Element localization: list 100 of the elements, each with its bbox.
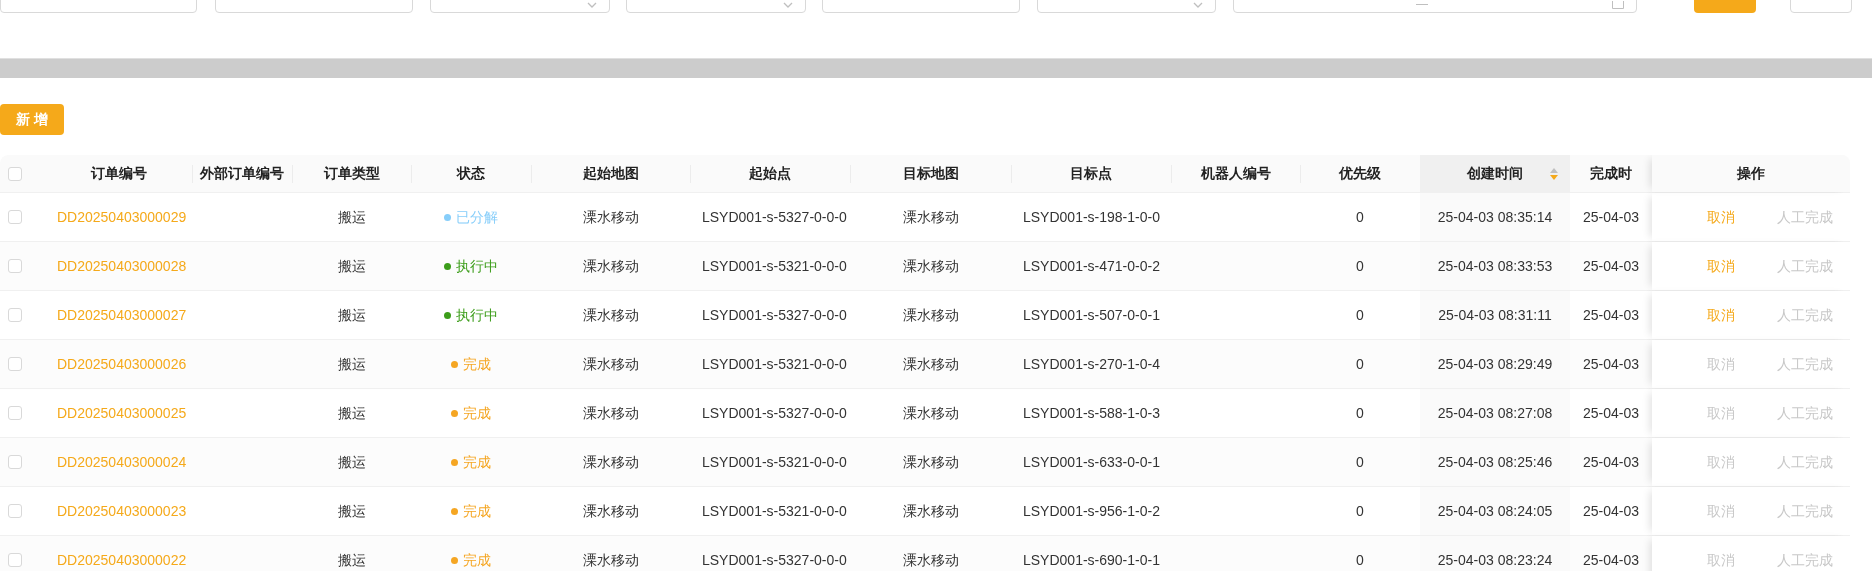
checkbox[interactable] (8, 166, 22, 181)
table-cell-text: 搬运 (337, 256, 366, 276)
table-cell-text: 搬运 (337, 354, 366, 374)
cancel-link[interactable]: 取消 (1707, 255, 1735, 277)
table-cell-text: 25-04-03 (1582, 354, 1639, 374)
checkbox[interactable] (8, 259, 22, 273)
table-cell-text: 溧水移动 (582, 207, 639, 227)
checkbox[interactable] (8, 210, 22, 224)
order-number-link[interactable]: DD20250403000027 (57, 304, 187, 326)
table-cell-text: LSYD001-s-5321-0-0-0 (702, 452, 847, 472)
table-cell-text: 溧水移动 (582, 501, 639, 521)
table-cell-text: LSYD001-s-5321-0-0-0 (702, 256, 847, 276)
cancel-link[interactable]: 取消 (1707, 206, 1735, 228)
dropdown-caret-icon (783, 2, 793, 8)
checkbox[interactable] (8, 553, 22, 567)
table-cell-text: 0 (1356, 501, 1364, 521)
add-button[interactable]: 新 增 (0, 104, 64, 135)
table-cell-text: 溧水移动 (902, 452, 959, 472)
table-cell-text: 溧水移动 (582, 305, 639, 325)
table-cell-text: 25-04-03 08:31:11 (1438, 305, 1552, 325)
table-cell-text: 25-04-03 08:33:53 (1437, 256, 1553, 276)
table-cell-text: LSYD001-s-5321-0-0-0 (702, 501, 847, 521)
status-label: 完成 (451, 353, 491, 375)
table-cell-text: 25-04-03 08:24:05 (1437, 501, 1553, 521)
table-cell-text: 溧水移动 (902, 501, 959, 521)
table-cell-text: LSYD001-s-5327-0-0-0 (702, 207, 847, 227)
table-cell-text: 溧水移动 (582, 403, 639, 423)
table-cell-text: 搬运 (337, 403, 366, 423)
checkbox[interactable] (8, 504, 22, 518)
table-cell-text: 溧水移动 (582, 550, 639, 570)
table-cell-text: 25-04-03 (1582, 452, 1639, 472)
status-label: 完成 (451, 500, 491, 522)
status-label: 完成 (451, 402, 491, 424)
status-label: 完成 (451, 549, 491, 571)
order-number-link[interactable]: DD20250403000022 (57, 549, 187, 571)
column-header: 订单编号 (90, 164, 147, 183)
table-cell-text: LSYD001-s-198-1-0-0 (1023, 207, 1160, 227)
column-header: 状态 (457, 164, 485, 183)
table-cell-text: 0 (1356, 256, 1364, 276)
checkbox[interactable] (8, 406, 22, 420)
table-cell-text: 溧水移动 (902, 207, 959, 227)
table-cell-text: 溧水移动 (902, 256, 959, 276)
table-cell-text: 溧水移动 (902, 354, 959, 374)
table-cell-text: 25-04-03 08:25:46 (1437, 452, 1553, 472)
table-cell-text: 溧水移动 (902, 403, 959, 423)
column-header: 目标地图 (902, 164, 959, 183)
table-cell-text: 溧水移动 (902, 305, 959, 325)
table-cell-text: LSYD001-s-5327-0-0-0 (702, 550, 847, 570)
order-number-link[interactable]: DD20250403000023 (57, 500, 187, 522)
status-label: 执行中 (444, 304, 498, 326)
table-cell-text: 25-04-03 08:35:14 (1437, 207, 1553, 227)
table-cell-text: 25-04-03 (1582, 550, 1639, 570)
table-cell-text: LSYD001-s-5327-0-0-0 (702, 305, 847, 325)
table-cell-text: LSYD001-s-270-1-0-4 (1023, 354, 1160, 374)
table-cell-text: LSYD001-s-588-1-0-3 (1023, 403, 1160, 423)
table-cell-text: 搬运 (337, 452, 366, 472)
table-cell-text: 0 (1356, 354, 1364, 374)
table-cell-text: LSYD001-s-956-1-0-2 (1023, 501, 1160, 521)
table-cell-text: LSYD001-s-471-0-0-2 (1023, 256, 1160, 276)
column-header: 优先级 (1339, 164, 1381, 183)
column-header: 完成时 (1590, 164, 1632, 183)
dropdown-caret-icon (1193, 2, 1203, 8)
column-header: 目标点 (1070, 164, 1112, 183)
table-cell-text: 25-04-03 (1582, 305, 1639, 325)
table-cell-text: 25-04-03 08:27:08 (1437, 403, 1553, 423)
column-header: 起始点 (749, 164, 791, 183)
table-cell-text: 25-04-03 (1582, 403, 1639, 423)
table-cell-text: 0 (1356, 207, 1364, 227)
table-cell-text: 25-04-03 (1582, 256, 1639, 276)
column-header: 机器人编号 (1200, 164, 1271, 183)
range-separator-icon (1416, 4, 1428, 5)
status-label: 已分解 (444, 206, 498, 228)
table-cell-text: 0 (1356, 305, 1364, 325)
table-cell-text: LSYD001-s-5327-0-0-0 (702, 403, 847, 423)
dropdown-caret-icon (587, 2, 597, 8)
table-cell-text: 溧水移动 (582, 452, 639, 472)
column-header: 起始地图 (582, 164, 639, 183)
status-label: 完成 (451, 451, 491, 473)
table-cell-text: 25-04-03 08:23:24 (1437, 550, 1553, 570)
table-cell-text: LSYD001-s-5321-0-0-0 (702, 354, 847, 374)
table-cell-text: 25-04-03 (1582, 207, 1639, 227)
order-number-link[interactable]: DD20250403000028 (57, 255, 187, 277)
checkbox[interactable] (8, 357, 22, 371)
order-number-link[interactable]: DD20250403000025 (57, 402, 187, 424)
cancel-link[interactable]: 取消 (1707, 304, 1735, 326)
checkbox[interactable] (8, 455, 22, 469)
order-number-link[interactable]: DD20250403000026 (57, 353, 187, 375)
column-header: 外部订单编号 (200, 164, 284, 183)
table-cell-text: LSYD001-s-690-1-0-1 (1023, 550, 1160, 570)
order-number-link[interactable]: DD20250403000029 (57, 206, 187, 228)
table-cell-text: 溧水移动 (582, 256, 639, 276)
table-cell-text: 25-04-03 08:29:49 (1437, 354, 1553, 374)
status-label: 执行中 (444, 255, 498, 277)
sort-icon[interactable] (1550, 167, 1558, 180)
order-number-link[interactable]: DD20250403000024 (57, 451, 187, 473)
column-header: 操作 (1737, 164, 1765, 183)
table-cell-text: 0 (1356, 452, 1364, 472)
table-cell-text: 溧水移动 (902, 550, 959, 570)
checkbox[interactable] (8, 308, 22, 322)
table-cell-text: 搬运 (337, 501, 366, 521)
